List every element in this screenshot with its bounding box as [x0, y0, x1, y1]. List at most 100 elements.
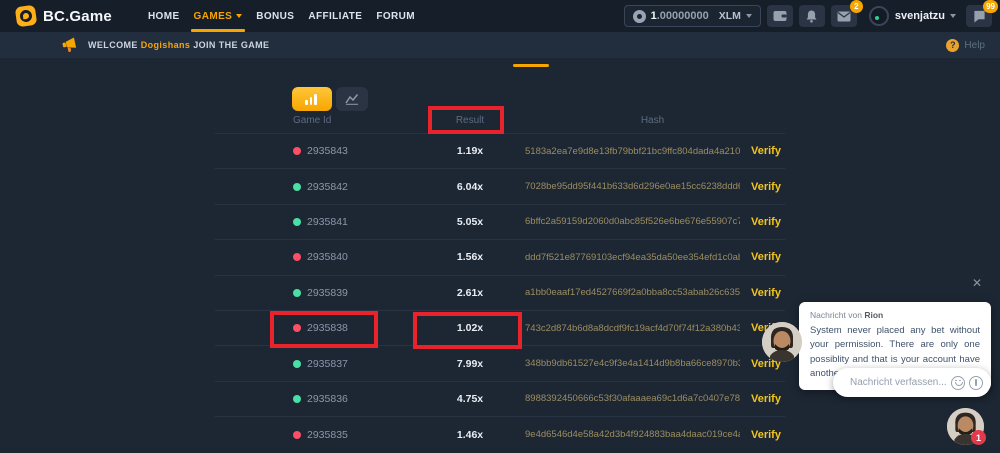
active-tab-indicator	[513, 64, 549, 67]
hash-value: 6bffc2a59159d2060d0abc85f526e6be676e5590…	[525, 216, 740, 227]
table-row: 2935839 2.61x a1bb0eaaf17ed4527669f2a0bb…	[215, 276, 785, 311]
attachment-icon[interactable]	[969, 376, 983, 390]
user-avatar	[869, 6, 889, 26]
nav-bonus[interactable]: BONUS	[249, 0, 301, 32]
table-row: 2935836 4.75x 8988392450666c53f30afaaaea…	[215, 382, 785, 417]
messages-button[interactable]: 2	[831, 5, 857, 27]
hash-value: ddd7f521e87769103ecf94ea35da50ee354efd1c…	[525, 252, 740, 263]
emoji-icon[interactable]	[951, 376, 965, 390]
wallet-icon	[773, 10, 787, 22]
brand-logo-icon	[15, 5, 38, 28]
trend-chart-icon	[345, 93, 359, 105]
status-dot	[293, 147, 301, 155]
verify-link[interactable]: Verify	[751, 287, 785, 299]
result-value: 1.19x	[420, 145, 520, 157]
table-row: 2935841 5.05x 6bffc2a59159d2060d0abc85f5…	[215, 205, 785, 240]
page: BC.Game HOME GAMES BONUS AFFILIATE FORUM…	[0, 0, 1000, 453]
result-value: 1.46x	[420, 429, 520, 441]
annotation-box-result-header	[428, 106, 504, 134]
brand-name: BC.Game	[43, 8, 112, 25]
help-label: Help	[964, 40, 985, 51]
hash-value: 9e4d6546d4e58a42d3b4f924883baa4daac019ce…	[525, 429, 740, 440]
column-header-hash: Hash	[520, 115, 785, 126]
brand-logo[interactable]: BC.Game	[16, 6, 112, 26]
announcement-text: WELCOME Dogishans JOIN THE GAME	[88, 40, 269, 50]
table-row: 2935840 1.56x ddd7f521e87769103ecf94ea35…	[215, 240, 785, 275]
envelope-icon	[837, 11, 851, 22]
announcement-username[interactable]: Dogishans	[141, 40, 191, 50]
hash-value: a1bb0eaaf17ed4527669f2a0bba8cc53abab26c6…	[525, 287, 740, 298]
status-dot	[293, 289, 301, 297]
verify-link[interactable]: Verify	[751, 181, 785, 193]
chat-message-input[interactable]	[850, 377, 947, 388]
messages-badge: 2	[850, 0, 863, 13]
chevron-down-icon	[746, 14, 752, 18]
status-dot	[293, 360, 301, 368]
chat-close-icon[interactable]: ✕	[972, 277, 982, 289]
balance-selector[interactable]: 1.00000000 XLM	[624, 5, 761, 27]
game-id: 2935835	[307, 429, 348, 441]
help-button[interactable]: ? Help	[946, 39, 985, 52]
hash-value: 7028be95dd95f441b633d6d296e0ae15cc6238dd…	[525, 181, 740, 192]
hash-value: 348bb9db61527e4c9f3e4a1414d9b8ba66ce8970…	[525, 358, 740, 369]
status-dot	[293, 431, 301, 439]
result-value: 5.05x	[420, 216, 520, 228]
user-menu[interactable]: svenjatzu	[869, 6, 956, 26]
bell-icon	[805, 10, 818, 23]
hash-value: 743c2d874b6d8a8dcdf9fc19acf4d70f74f12a38…	[525, 323, 740, 334]
annotation-box-game-id	[270, 311, 378, 348]
game-id: 2935836	[307, 393, 348, 405]
header-right: 1.00000000 XLM 2 svenjatzu 99	[624, 0, 992, 32]
status-dot	[293, 395, 301, 403]
announcement-bar: WELCOME Dogishans JOIN THE GAME ? Help	[0, 32, 1000, 58]
game-id: 2935837	[307, 358, 348, 370]
result-value: 7.99x	[420, 358, 520, 370]
game-id: 2935843	[307, 145, 348, 157]
table-row: 2935843 1.19x 5183a2ea7e9d8e13fb79bbf21b…	[215, 134, 785, 169]
verify-link[interactable]: Verify	[751, 145, 785, 157]
verify-link[interactable]: Verify	[751, 393, 785, 405]
verify-link[interactable]: Verify	[751, 216, 785, 228]
table-row: 2935837 7.99x 348bb9db61527e4c9f3e4a1414…	[215, 346, 785, 381]
coin-icon	[633, 10, 646, 23]
status-dot	[293, 183, 301, 191]
game-history-table: Game Id Result Hash 2935843 1.19x 5183a2…	[215, 108, 785, 453]
top-navbar: BC.Game HOME GAMES BONUS AFFILIATE FORUM…	[0, 0, 1000, 32]
annotation-box-result	[413, 312, 522, 349]
megaphone-icon	[61, 36, 80, 54]
hash-value: 8988392450666c53f30afaaaea69c1d6a7c0407e…	[525, 393, 740, 404]
table-row: 2935842 6.04x 7028be95dd95f441b633d6d296…	[215, 169, 785, 204]
table-row: 2935835 1.46x 9e4d6546d4e58a42d3b4f92488…	[215, 417, 785, 452]
notifications-button[interactable]	[799, 5, 825, 27]
nav-home[interactable]: HOME	[141, 0, 187, 32]
username: svenjatzu	[895, 10, 945, 22]
chat-meta: Nachricht von Rion	[810, 310, 980, 320]
chat-input-bar	[833, 368, 991, 397]
main-nav: HOME GAMES BONUS AFFILIATE FORUM	[141, 0, 422, 32]
chat-bubble-icon	[973, 10, 986, 23]
nav-affiliate[interactable]: AFFILIATE	[301, 0, 369, 32]
game-id: 2935839	[307, 287, 348, 299]
result-value: 6.04x	[420, 181, 520, 193]
chat-unread-badge: 1	[971, 430, 986, 445]
verify-link[interactable]: Verify	[751, 429, 785, 441]
bar-chart-icon	[305, 94, 319, 105]
verify-link[interactable]: Verify	[751, 251, 785, 263]
chevron-down-icon	[236, 14, 242, 18]
chat-sender-name: Rion	[864, 310, 883, 320]
question-icon: ?	[946, 39, 959, 52]
game-id: 2935841	[307, 216, 348, 228]
chat-badge: 99	[983, 0, 998, 13]
wallet-button[interactable]	[767, 5, 793, 27]
chat-button[interactable]: 99	[966, 5, 992, 27]
column-header-game-id: Game Id	[215, 115, 420, 126]
nav-games[interactable]: GAMES	[187, 0, 250, 32]
hash-value: 5183a2ea7e9d8e13fb79bbf21bc9ffc804dada4a…	[525, 146, 740, 157]
game-id: 2935842	[307, 181, 348, 193]
status-dot	[293, 218, 301, 226]
balance-fraction: .00000000	[657, 10, 709, 22]
game-id: 2935840	[307, 251, 348, 263]
chevron-down-icon	[950, 14, 956, 18]
nav-forum[interactable]: FORUM	[369, 0, 422, 32]
status-dot	[293, 253, 301, 261]
